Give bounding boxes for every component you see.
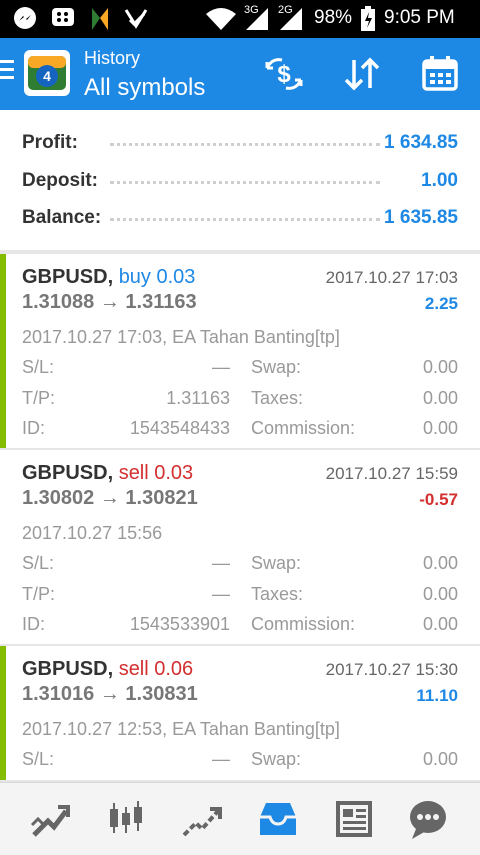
deal-open-info: 2017.10.27 17:03, EA Tahan Banting[tp] xyxy=(22,327,340,347)
deal-open-info: 2017.10.27 12:53, EA Tahan Banting[tp] xyxy=(22,719,340,739)
battery-icon xyxy=(361,6,375,31)
deal-symbol: GBPUSD, xyxy=(22,266,114,288)
calendar-icon[interactable] xyxy=(420,54,460,94)
summary-label: Deposit: xyxy=(22,170,98,191)
summary-profit-row: Profit: 1 634.85 xyxy=(0,128,480,158)
deal-type: sell 0.06 xyxy=(118,658,194,680)
swap-value: 0.00 xyxy=(422,553,458,573)
sl-value: — xyxy=(212,357,230,377)
deal-close-time: 2017.10.27 15:59 xyxy=(325,464,458,483)
status-bar: 3G 2G 98% 9:05 PM xyxy=(0,0,480,38)
trade-icon[interactable] xyxy=(180,797,224,841)
commission-label: Commission: xyxy=(251,614,356,634)
taxes-value: 0.00 xyxy=(422,584,458,604)
deal-type: sell 0.03 xyxy=(118,462,194,484)
dotted-leader xyxy=(110,218,380,221)
metatrader-logo-icon[interactable]: 4 xyxy=(24,50,70,96)
taxes-label: Taxes: xyxy=(251,388,304,408)
deal-item[interactable]: GBPUSD, sell 0.03 2017.10.27 15:59 1.308… xyxy=(0,450,480,644)
bottom-navigation xyxy=(0,782,480,855)
deal-open-info: 2017.10.27 15:56 xyxy=(22,523,163,543)
taxes-value: 0.00 xyxy=(422,388,458,408)
swap-label: Swap: xyxy=(251,553,302,573)
news-icon[interactable] xyxy=(332,797,376,841)
deal-close-time: 2017.10.27 15:30 xyxy=(325,660,458,679)
clock: 9:05 PM xyxy=(384,7,455,28)
summary-label: Profit: xyxy=(22,132,78,153)
sl-value: — xyxy=(212,749,230,769)
wifi-icon xyxy=(206,8,236,30)
summary-value: 1 635.85 xyxy=(384,207,458,228)
history-icon[interactable] xyxy=(256,797,300,841)
bbm-icon xyxy=(52,8,74,26)
deal-prices: 1.31016 → 1.30831 xyxy=(22,683,198,705)
svg-text:$: $ xyxy=(277,61,291,88)
chat-icon[interactable] xyxy=(406,797,450,841)
dotted-leader xyxy=(110,143,380,146)
menu-icon[interactable] xyxy=(0,60,16,84)
deal-symbol: GBPUSD, xyxy=(22,462,114,484)
closed-indicator-bar xyxy=(0,646,6,780)
swap-label: Swap: xyxy=(251,749,302,769)
deal-profit: 11.10 xyxy=(416,686,458,705)
swap-label: Swap: xyxy=(251,357,302,377)
quotes-icon[interactable] xyxy=(28,797,72,841)
deal-prices: 1.30802 → 1.30821 xyxy=(22,487,198,509)
sl-label: S/L: xyxy=(22,749,55,769)
messenger-icon xyxy=(14,7,36,29)
id-value: 1543548433 xyxy=(129,418,230,438)
deal-item[interactable]: GBPUSD, sell 0.06 2017.10.27 15:30 1.310… xyxy=(0,646,480,780)
summary-balance-row: Balance: 1 635.85 xyxy=(0,203,480,233)
tp-label: T/P: xyxy=(22,388,56,408)
currency-exchange-icon[interactable]: $ xyxy=(264,54,304,94)
app-bar: 4 History All symbols $ xyxy=(0,38,480,110)
summary-value: 1.00 xyxy=(421,170,458,191)
taxes-label: Taxes: xyxy=(251,584,304,604)
sl-label: S/L: xyxy=(22,553,55,573)
shield-icon xyxy=(92,8,108,30)
download-done-icon xyxy=(124,9,148,29)
symbol-filter[interactable]: All symbols xyxy=(84,74,205,102)
signal-icon xyxy=(246,8,268,30)
id-label: ID: xyxy=(22,614,46,634)
deal-type: buy 0.03 xyxy=(118,266,196,288)
deal-symbol: GBPUSD, xyxy=(22,658,114,680)
screen-title: History xyxy=(84,48,141,68)
chart-icon[interactable] xyxy=(104,797,148,841)
deal-profit: -0.57 xyxy=(419,490,458,509)
commission-value: 0.00 xyxy=(422,418,458,438)
id-value: 1543533901 xyxy=(129,614,230,634)
id-label: ID: xyxy=(22,418,46,438)
summary-label: Balance: xyxy=(22,207,102,228)
sl-label: S/L: xyxy=(22,357,55,377)
deal-list: GBPUSD, buy 0.03 2017.10.27 17:03 1.3108… xyxy=(0,254,480,780)
summary-deposit-row: Deposit: 1.00 xyxy=(0,166,480,196)
signal2-icon xyxy=(280,8,302,30)
deal-prices: 1.31088 → 1.31163 xyxy=(22,291,197,313)
commission-label: Commission: xyxy=(251,418,356,438)
tp-value: — xyxy=(212,584,230,604)
closed-indicator-bar xyxy=(0,254,6,448)
tp-label: T/P: xyxy=(22,584,56,604)
dotted-leader xyxy=(110,181,380,184)
deal-close-time: 2017.10.27 17:03 xyxy=(325,268,458,287)
deal-item[interactable]: GBPUSD, buy 0.03 2017.10.27 17:03 1.3108… xyxy=(0,254,480,448)
tp-value: 1.31163 xyxy=(166,388,230,408)
battery-percent: 98% xyxy=(314,7,353,28)
sl-value: — xyxy=(212,553,230,573)
sort-icon[interactable] xyxy=(342,54,382,94)
account-summary: Profit: 1 634.85 Deposit: 1.00 Balance: … xyxy=(0,110,480,250)
swap-value: 0.00 xyxy=(422,749,458,769)
deal-profit: 2.25 xyxy=(424,294,458,313)
summary-value: 1 634.85 xyxy=(384,132,458,153)
commission-value: 0.00 xyxy=(422,614,458,634)
swap-value: 0.00 xyxy=(422,357,458,377)
svg-text:4: 4 xyxy=(43,68,51,84)
